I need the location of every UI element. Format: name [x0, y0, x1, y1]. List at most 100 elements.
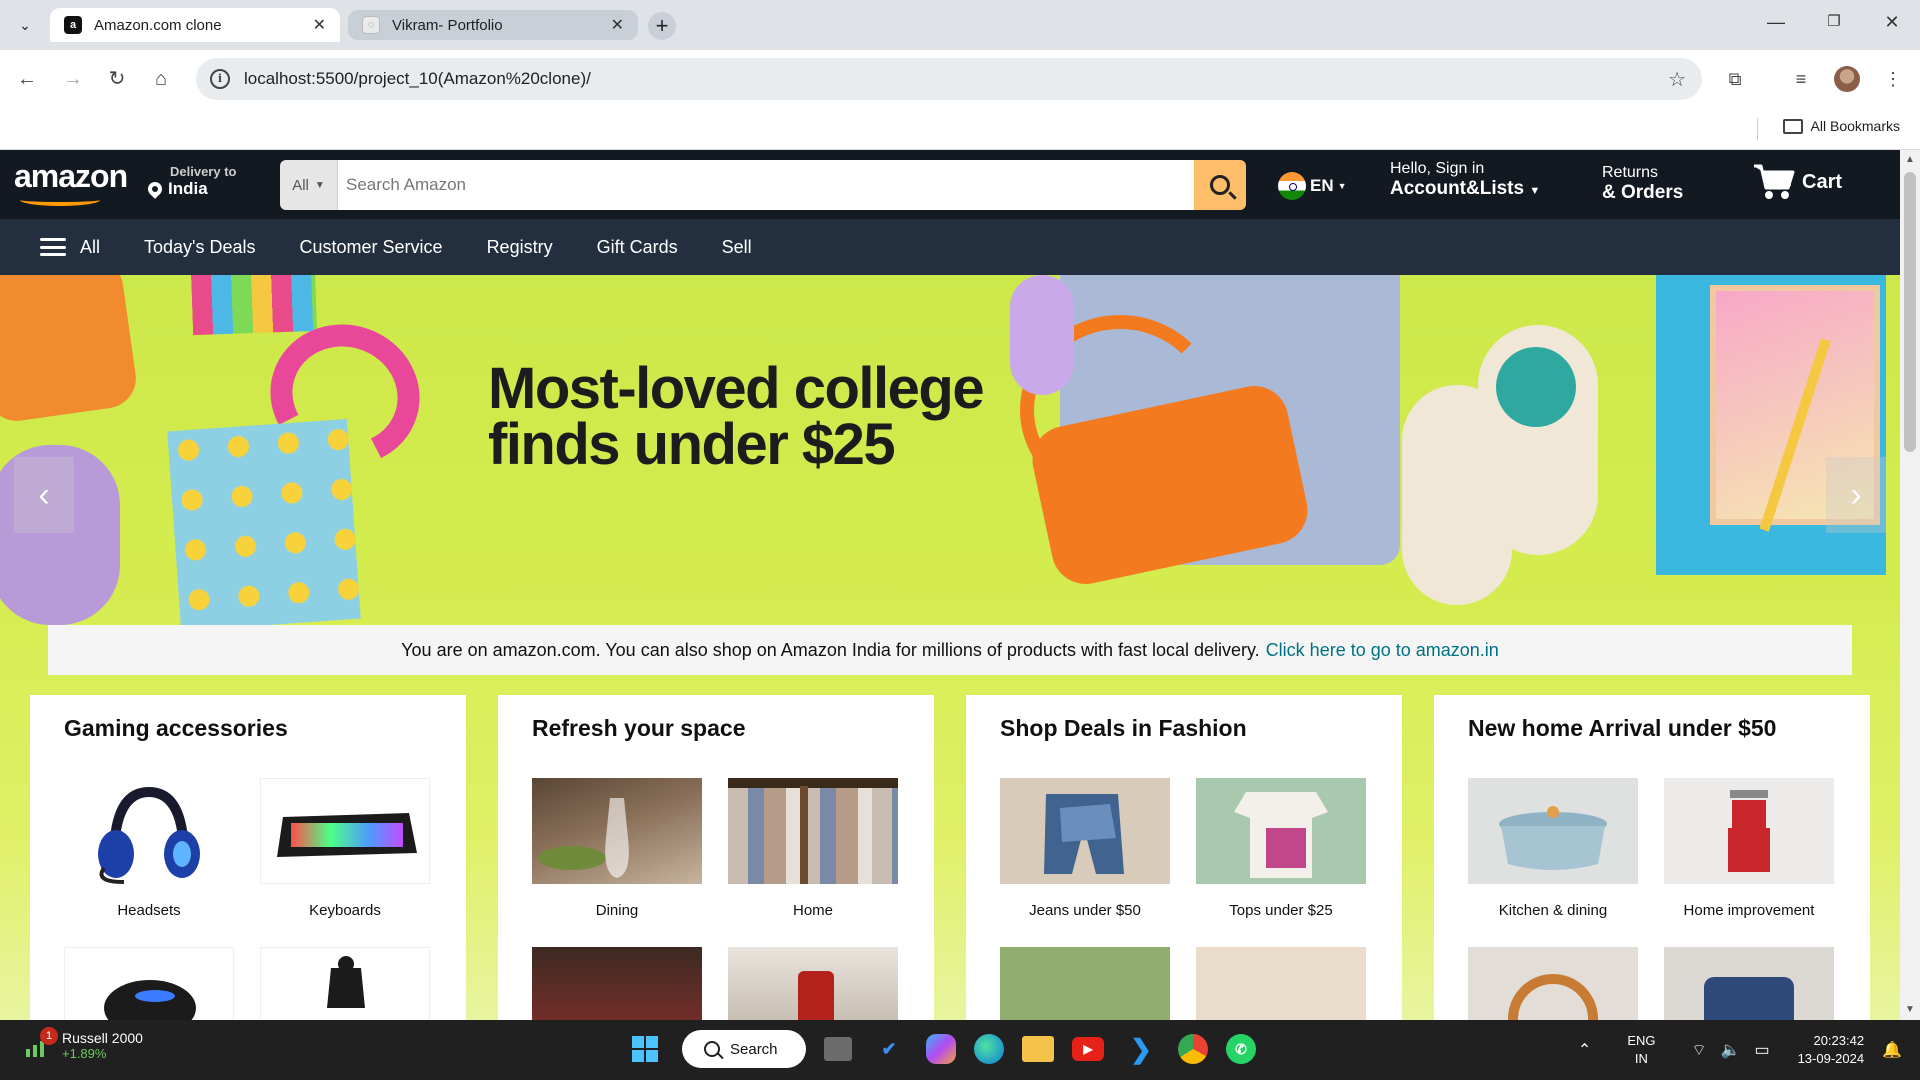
tile-label: Kitchen & dining	[1498, 902, 1608, 919]
account-lists[interactable]: Hello, Sign in Account&Lists ▼	[1390, 160, 1540, 200]
hero-headline: Most-loved college finds under $25	[488, 356, 985, 474]
amazon-in-link[interactable]: Click here to go to amazon.in	[1266, 640, 1499, 661]
language-selector[interactable]: EN ▼	[1278, 172, 1347, 200]
notification-bell-icon[interactable]: 🔔	[1882, 1040, 1902, 1060]
chrome-icon[interactable]	[1178, 1034, 1208, 1064]
tab-portfolio[interactable]: ◌ Vikram- Portfolio ✕	[348, 10, 638, 40]
windows-start-icon[interactable]	[626, 1030, 664, 1068]
scrollbar-thumb[interactable]	[1904, 172, 1916, 452]
headset-image	[64, 778, 234, 884]
tile-bedding[interactable]	[1664, 947, 1834, 1020]
hero-banner: Most-loved college finds under $25 ‹ › Y…	[0, 275, 1900, 1020]
bookmark-star-icon[interactable]: ☆	[1668, 67, 1686, 92]
tile-dining[interactable]: Dining	[532, 778, 702, 919]
amazon-logo[interactable]: amazon	[14, 158, 128, 195]
scroll-up-icon[interactable]: ▲	[1905, 154, 1915, 165]
bookmarks-bar: All Bookmarks	[0, 108, 1920, 150]
all-menu-button[interactable]: All	[40, 237, 100, 258]
returns-orders[interactable]: Returns & Orders	[1602, 164, 1683, 204]
tile-headsets[interactable]: Headsets	[64, 778, 234, 919]
input-language[interactable]: ENG IN	[1627, 1032, 1655, 1068]
tab-amazon-clone[interactable]: a Amazon.com clone ✕	[50, 8, 340, 42]
keyboard-image	[260, 778, 430, 884]
url-text[interactable]: localhost:5500/project_10(Amazon%20clone…	[244, 69, 1668, 89]
volume-icon[interactable]: 🔈	[1721, 1040, 1741, 1060]
all-bookmarks-button[interactable]: All Bookmarks	[1782, 118, 1900, 134]
menu-kebab-icon[interactable]: ⋮	[1880, 66, 1906, 92]
input-language-line1: ENG	[1627, 1033, 1656, 1048]
close-tab-icon[interactable]: ✕	[611, 15, 624, 35]
amazon-header: amazon Delivery to India All ▼ EN ▼	[0, 150, 1900, 219]
vscode-icon[interactable]: ❯	[1122, 1030, 1160, 1068]
taskbar-search[interactable]: Search	[682, 1030, 806, 1068]
todo-app-icon[interactable]: ✔	[870, 1030, 908, 1068]
forward-arrow-icon[interactable]: →	[58, 64, 88, 94]
notification-badge: 1	[40, 1026, 58, 1045]
youtube-icon[interactable]: ▶	[1072, 1037, 1104, 1061]
tile-home[interactable]: Home	[728, 778, 898, 919]
tile-decor[interactable]	[1468, 947, 1638, 1020]
whatsapp-icon[interactable]: ✆	[1226, 1034, 1256, 1064]
amazon-india-notice: You are on amazon.com. You can also shop…	[48, 625, 1852, 675]
india-flag-icon	[1278, 172, 1306, 200]
taskbar-search-label: Search	[730, 1040, 778, 1058]
tile-kitchen-food[interactable]	[532, 947, 702, 1020]
tile-chair[interactable]	[260, 947, 430, 1020]
search-button[interactable]	[1194, 160, 1246, 210]
address-bar[interactable]: i localhost:5500/project_10(Amazon%20clo…	[196, 58, 1702, 100]
subnav-todays-deals[interactable]: Today's Deals	[144, 237, 256, 258]
location-pin-icon	[145, 179, 165, 199]
tile-accessories[interactable]	[1196, 947, 1366, 1020]
page-scrollbar[interactable]: ▲ ▼	[1900, 150, 1920, 1020]
close-tab-icon[interactable]: ✕	[313, 15, 326, 35]
show-hidden-icons-chevron[interactable]: ⌃	[1578, 1040, 1591, 1060]
subnav-sell[interactable]: Sell	[722, 237, 752, 258]
tile-mouse[interactable]	[64, 947, 234, 1020]
tile-keyboards[interactable]: Keyboards	[260, 778, 430, 919]
search-input[interactable]	[338, 160, 1194, 210]
cart-button[interactable]: Cart	[1752, 160, 1842, 204]
back-arrow-icon[interactable]: ←	[12, 64, 42, 94]
tile-tops[interactable]: Tops under $25	[1196, 778, 1366, 919]
battery-icon[interactable]: ▭	[1754, 1040, 1769, 1060]
carousel-next-button[interactable]: ›	[1826, 457, 1886, 533]
scroll-down-icon[interactable]: ▼	[1905, 1004, 1915, 1015]
stocks-widget[interactable]: 1 Russell 2000 +1.89%	[24, 1026, 143, 1061]
file-explorer-icon[interactable]	[1022, 1036, 1054, 1062]
restore-icon[interactable]: ❐	[1814, 12, 1854, 30]
caret-down-icon: ▼	[1337, 181, 1347, 191]
account-greeting: Hello, Sign in	[1390, 160, 1485, 177]
clock[interactable]: 20:23:42 13-09-2024	[1798, 1032, 1865, 1068]
extensions-icon[interactable]: ⧉	[1722, 66, 1748, 92]
edge-browser-icon[interactable]	[974, 1034, 1004, 1064]
delivery-location[interactable]: Delivery to India	[145, 164, 236, 199]
language-label: EN	[1310, 176, 1334, 195]
subnav-customer-service[interactable]: Customer Service	[300, 237, 443, 258]
wifi-icon[interactable]: ⌔	[1691, 1040, 1706, 1060]
tile-kitchen-dining[interactable]: Kitchen & dining	[1468, 778, 1638, 919]
minimize-icon[interactable]: —	[1756, 12, 1796, 33]
tile-dresses[interactable]	[1000, 947, 1170, 1020]
search-category-select[interactable]: All ▼	[280, 160, 338, 210]
subnav-gift-cards[interactable]: Gift Cards	[597, 237, 678, 258]
home-textiles-image	[728, 778, 898, 884]
tab-search-chevron-icon[interactable]: ⌄	[10, 12, 40, 38]
food-platter-image	[532, 947, 702, 1020]
reload-icon[interactable]: ↻	[102, 64, 132, 94]
all-menu-label: All	[80, 236, 101, 257]
site-info-icon[interactable]: i	[210, 69, 230, 89]
media-controls-icon[interactable]: ≡	[1788, 66, 1814, 92]
window-close-icon[interactable]: ✕	[1872, 12, 1912, 33]
tile-fragrance[interactable]	[728, 947, 898, 1020]
carousel-prev-button[interactable]: ‹	[14, 457, 74, 533]
copilot-icon[interactable]	[926, 1034, 956, 1064]
tile-home-improvement[interactable]: Home improvement	[1664, 778, 1834, 919]
subnav-registry[interactable]: Registry	[487, 237, 553, 258]
new-tab-button[interactable]: +	[648, 12, 676, 40]
tile-jeans[interactable]: Jeans under $50	[1000, 778, 1170, 919]
browser-toolbar: ← → ↻ ⌂ i localhost:5500/project_10(Amaz…	[0, 50, 1920, 108]
hero-headline-line1: Most-loved college	[488, 356, 985, 421]
home-icon[interactable]: ⌂	[146, 64, 176, 94]
task-view-icon[interactable]	[824, 1037, 852, 1061]
profile-avatar[interactable]	[1834, 66, 1860, 92]
